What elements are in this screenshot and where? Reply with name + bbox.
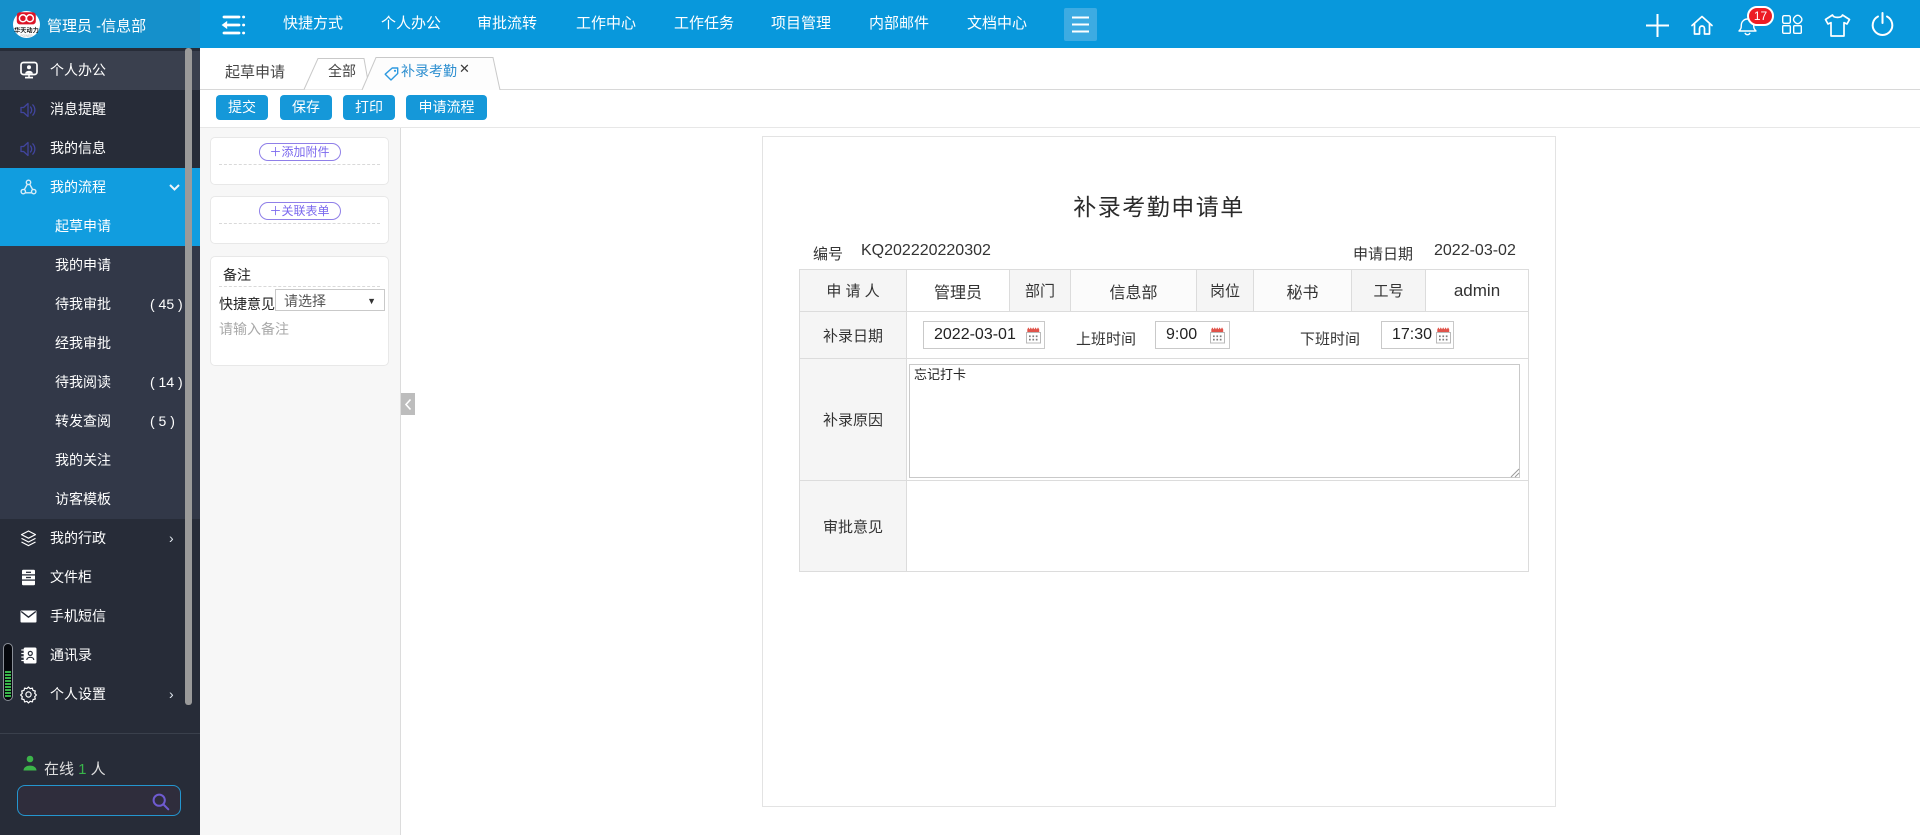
svg-text:POWER: POWER [20,34,33,38]
